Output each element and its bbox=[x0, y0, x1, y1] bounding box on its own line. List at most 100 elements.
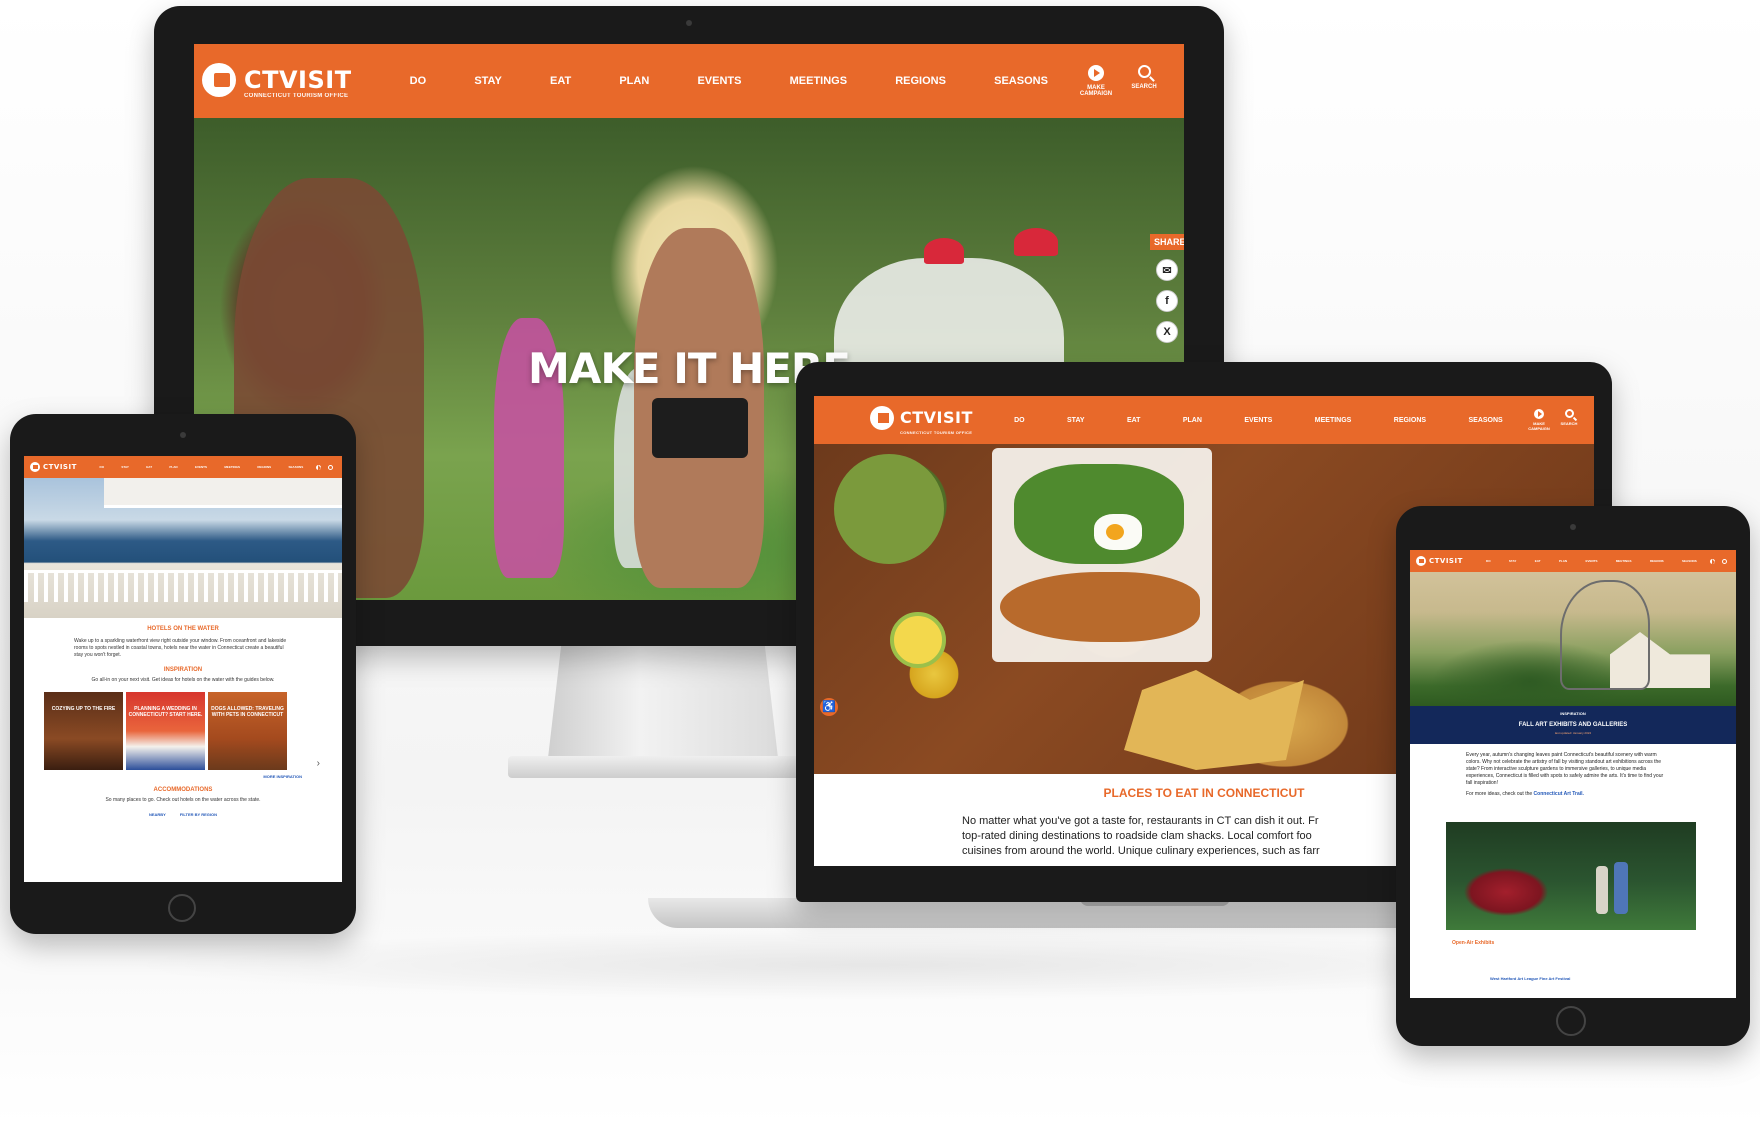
region-filter[interactable]: FILTER BY REGION bbox=[180, 812, 217, 817]
main-nav: DO STAY EAT PLAN EVENTS MEETINGS REGIONS… bbox=[1477, 559, 1706, 563]
header-tools: MAKE CAMPAIGN SEARCH bbox=[1524, 409, 1584, 431]
nav-events[interactable]: EVENTS bbox=[195, 465, 207, 469]
site-header: CTVISIT CONNECTICUT TOURISM OFFICE DO ST… bbox=[194, 44, 1184, 118]
nav-plan[interactable]: PLAN bbox=[1183, 417, 1202, 424]
nav-regions[interactable]: REGIONS bbox=[895, 75, 946, 87]
nav-plan[interactable]: PLAN bbox=[1559, 559, 1567, 563]
search-button[interactable]: SEARCH bbox=[1554, 409, 1584, 426]
device-mockup-stage: CTVISIT CONNECTICUT TOURISM OFFICE DO ST… bbox=[0, 0, 1760, 1126]
nav-events[interactable]: EVENTS bbox=[1244, 417, 1272, 424]
nav-do[interactable]: DO bbox=[410, 75, 427, 87]
hero-image bbox=[24, 478, 342, 618]
search-button[interactable] bbox=[1718, 558, 1730, 564]
nav-do[interactable]: DO bbox=[1014, 417, 1025, 424]
facebook-icon[interactable]: f bbox=[1156, 290, 1178, 312]
campaign-button[interactable] bbox=[1706, 558, 1718, 565]
logo-icon bbox=[202, 63, 236, 97]
search-icon bbox=[1564, 409, 1574, 418]
nav-events[interactable]: EVENTS bbox=[697, 75, 741, 87]
site-logo[interactable]: CTVISIT CONNECTICUT TOURISM OFFICE bbox=[870, 405, 973, 435]
header-tools bbox=[312, 464, 336, 471]
play-icon bbox=[1088, 65, 1104, 81]
nav-eat[interactable]: EAT bbox=[1535, 559, 1541, 563]
nav-seasons[interactable]: SEASONS bbox=[994, 75, 1048, 87]
lime-drink bbox=[890, 612, 946, 668]
yolk bbox=[1106, 524, 1124, 540]
nav-stay[interactable]: STAY bbox=[474, 75, 502, 87]
event-link[interactable]: West Hartford Art League Fine Art Festiv… bbox=[1490, 976, 1570, 981]
inspiration-carousel: COZYING UP TO THE FIRE PLANNING A WEDDIN… bbox=[44, 692, 342, 770]
logo-subtitle: CONNECTICUT TOURISM OFFICE bbox=[244, 93, 349, 99]
card-title: COZYING UP TO THE FIRE bbox=[51, 706, 116, 712]
site-header: CTVISIT DO STAY EAT PLAN EVENTS MEETINGS… bbox=[1410, 550, 1736, 572]
site-header: CTVISIT DO STAY EAT PLAN EVENTS MEETINGS… bbox=[24, 456, 342, 478]
logo-text: CTVISIT bbox=[43, 463, 77, 471]
chevron-right-icon[interactable]: › bbox=[317, 758, 320, 769]
search-icon bbox=[327, 464, 333, 470]
mail-icon[interactable]: ✉ bbox=[1156, 259, 1178, 281]
greens bbox=[1014, 464, 1184, 564]
campaign-button[interactable]: MAKE CAMPAIGN bbox=[1072, 65, 1120, 97]
nav-meetings[interactable]: MEETINGS bbox=[790, 75, 847, 87]
search-icon bbox=[1721, 558, 1727, 564]
hero-figure bbox=[1014, 228, 1058, 256]
main-nav: DO STAY EAT PLAN EVENTS MEETINGS REGIONS… bbox=[993, 417, 1524, 424]
accessibility-icon[interactable]: ♿ bbox=[820, 698, 838, 716]
share-panel: SHARE ✉ f X bbox=[1150, 234, 1184, 343]
nav-eat[interactable]: EAT bbox=[550, 75, 571, 87]
more-inspiration-link[interactable]: MORE INSPIRATION bbox=[24, 774, 302, 779]
nav-eat[interactable]: EAT bbox=[146, 465, 152, 469]
more-prefix: For more ideas, check out the bbox=[1466, 791, 1533, 797]
search-button[interactable] bbox=[324, 464, 336, 470]
visitor-figure bbox=[1614, 862, 1628, 914]
monitor-stand-base bbox=[508, 756, 820, 778]
campaign-button[interactable] bbox=[312, 464, 324, 471]
nav-regions[interactable]: REGIONS bbox=[1650, 559, 1664, 563]
art-trail-link[interactable]: Connecticut Art Trail. bbox=[1534, 791, 1584, 797]
nav-meetings[interactable]: MEETINGS bbox=[1616, 559, 1632, 563]
nav-seasons[interactable]: SEASONS bbox=[289, 465, 304, 469]
search-button[interactable]: SEARCH bbox=[1120, 65, 1168, 90]
nachos bbox=[1124, 670, 1304, 770]
porch-railing bbox=[24, 570, 342, 602]
x-icon[interactable]: X bbox=[1156, 321, 1178, 343]
inspiration-card[interactable]: COZYING UP TO THE FIRE bbox=[44, 692, 123, 770]
card-title: PLANNING A WEDDING IN CONNECTICUT? START… bbox=[128, 706, 203, 718]
camera-icon bbox=[180, 432, 186, 438]
nav-stay[interactable]: STAY bbox=[1067, 417, 1085, 424]
inspiration-card[interactable]: DOGS ALLOWED: TRAVELING WITH PETS IN CON… bbox=[208, 692, 287, 770]
tablet-left: CTVISIT DO STAY EAT PLAN EVENTS MEETINGS… bbox=[10, 414, 356, 934]
accommodations-text: So many places to go. Check out hotels o… bbox=[105, 797, 261, 803]
nav-seasons[interactable]: SEASONS bbox=[1682, 559, 1697, 563]
main-nav: DO STAY EAT PLAN EVENTS MEETINGS REGIONS… bbox=[386, 75, 1072, 87]
campaign-label: MAKE CAMPAIGN bbox=[1528, 421, 1550, 431]
home-button[interactable] bbox=[1556, 1006, 1586, 1036]
site-logo[interactable]: CTVISIT bbox=[1416, 556, 1463, 566]
share-label: SHARE bbox=[1150, 234, 1184, 250]
nav-meetings[interactable]: MEETINGS bbox=[1315, 417, 1352, 424]
nav-meetings[interactable]: MEETINGS bbox=[224, 465, 240, 469]
nav-stay[interactable]: STAY bbox=[1509, 559, 1517, 563]
campaign-button[interactable]: MAKE CAMPAIGN bbox=[1524, 409, 1554, 431]
nearby-filter[interactable]: NEARBY bbox=[149, 812, 166, 817]
nav-regions[interactable]: REGIONS bbox=[257, 465, 271, 469]
nav-eat[interactable]: EAT bbox=[1127, 417, 1140, 424]
nav-regions[interactable]: REGIONS bbox=[1394, 417, 1426, 424]
nav-plan[interactable]: PLAN bbox=[619, 75, 649, 87]
page-body: HOTELS ON THE WATER Wake up to a sparkli… bbox=[24, 618, 342, 817]
nav-plan[interactable]: PLAN bbox=[169, 465, 177, 469]
site-logo[interactable]: CTVISIT bbox=[30, 462, 77, 472]
nav-events[interactable]: EVENTS bbox=[1585, 559, 1597, 563]
nav-do[interactable]: DO bbox=[100, 465, 105, 469]
nav-seasons[interactable]: SEASONS bbox=[1468, 417, 1502, 424]
kicker: INSPIRATION bbox=[1560, 711, 1586, 716]
site-logo[interactable]: CTVISIT CONNECTICUT TOURISM OFFICE bbox=[202, 63, 352, 99]
logo-icon bbox=[1416, 556, 1426, 566]
inspiration-card[interactable]: PLANNING A WEDDING IN CONNECTICUT? START… bbox=[126, 692, 205, 770]
nav-stay[interactable]: STAY bbox=[121, 465, 129, 469]
nav-do[interactable]: DO bbox=[1486, 559, 1491, 563]
header-tools: MAKE CAMPAIGN SEARCH bbox=[1072, 65, 1168, 97]
search-label: SEARCH bbox=[1560, 421, 1578, 426]
home-button[interactable] bbox=[168, 894, 196, 922]
logo-text: CTVISIT bbox=[1429, 557, 1463, 565]
